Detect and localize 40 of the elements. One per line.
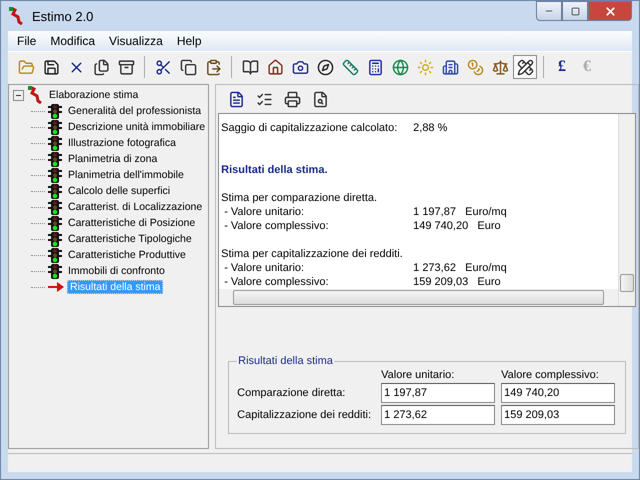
- report-value: 149 740,20 Euro: [413, 220, 501, 234]
- menu-item[interactable]: Modifica: [43, 34, 102, 48]
- report-text: Stima per comparazione diretta.: [221, 192, 378, 206]
- report-value: 1 197,87 Euro/mq: [413, 206, 507, 220]
- report-heading: Risultati della stima.: [221, 164, 328, 178]
- currency-button[interactable]: £: [550, 55, 574, 79]
- tree-item[interactable]: Caratteristiche Produttive: [65, 248, 189, 262]
- report-value: 2,88 %: [413, 122, 448, 136]
- menu-item[interactable]: Visualizza: [102, 34, 170, 48]
- tree-item[interactable]: Caratterist. di Localizzazione: [65, 200, 206, 214]
- report-text: Stima per capitalizzazione dei redditi.: [221, 248, 403, 262]
- menu-item[interactable]: Help: [170, 34, 209, 48]
- tree-item[interactable]: Illustrazione fotografica: [65, 136, 179, 150]
- report-label: Saggio di capitalizzazione calcolato:: [221, 122, 398, 136]
- tree-item[interactable]: Descrizione unità immobiliare: [65, 120, 208, 134]
- column-label: Valore unitario:: [381, 369, 456, 381]
- report-value: 159 209,03 Euro: [413, 276, 501, 289]
- tree-item[interactable]: Generalità del professionista: [65, 104, 204, 118]
- tree-item[interactable]: Planimetria di zona: [65, 152, 160, 166]
- group-title: Risultati della stima: [237, 355, 334, 367]
- value-field[interactable]: 149 740,20: [501, 383, 616, 403]
- value-field[interactable]: 159 209,03: [501, 405, 616, 425]
- row-label: Comparazione diretta:: [237, 387, 346, 399]
- tree-item[interactable]: Calcolo delle superfici: [65, 184, 174, 198]
- report-label: - Valore complessivo:: [223, 276, 330, 289]
- value-field[interactable]: 1 273,62: [381, 405, 496, 425]
- report-label: - Valore unitario:: [223, 262, 306, 276]
- tree-item[interactable]: Caratteristiche Tipologiche: [65, 232, 195, 246]
- column-label: Valore complessivo:: [501, 369, 600, 381]
- report-label: - Valore unitario:: [223, 206, 306, 220]
- tree-item[interactable]: Elaborazione stima: [46, 88, 142, 102]
- report-label: - Valore complessivo:: [223, 220, 330, 234]
- menu-item[interactable]: File: [10, 34, 44, 48]
- tree-item[interactable]: Planimetria dell'immobile: [65, 168, 187, 182]
- tree-item[interactable]: Caratteristiche di Posizione: [65, 216, 198, 230]
- value-field[interactable]: 1 197,87: [381, 383, 496, 403]
- row-label: Capitalizzazione dei redditi:: [237, 409, 372, 421]
- tree-item[interactable]: Immobili di confronto: [65, 264, 168, 278]
- window-title: Estimo 2.0: [32, 8, 94, 24]
- report-value: 1 273,62 Euro/mq: [413, 262, 507, 276]
